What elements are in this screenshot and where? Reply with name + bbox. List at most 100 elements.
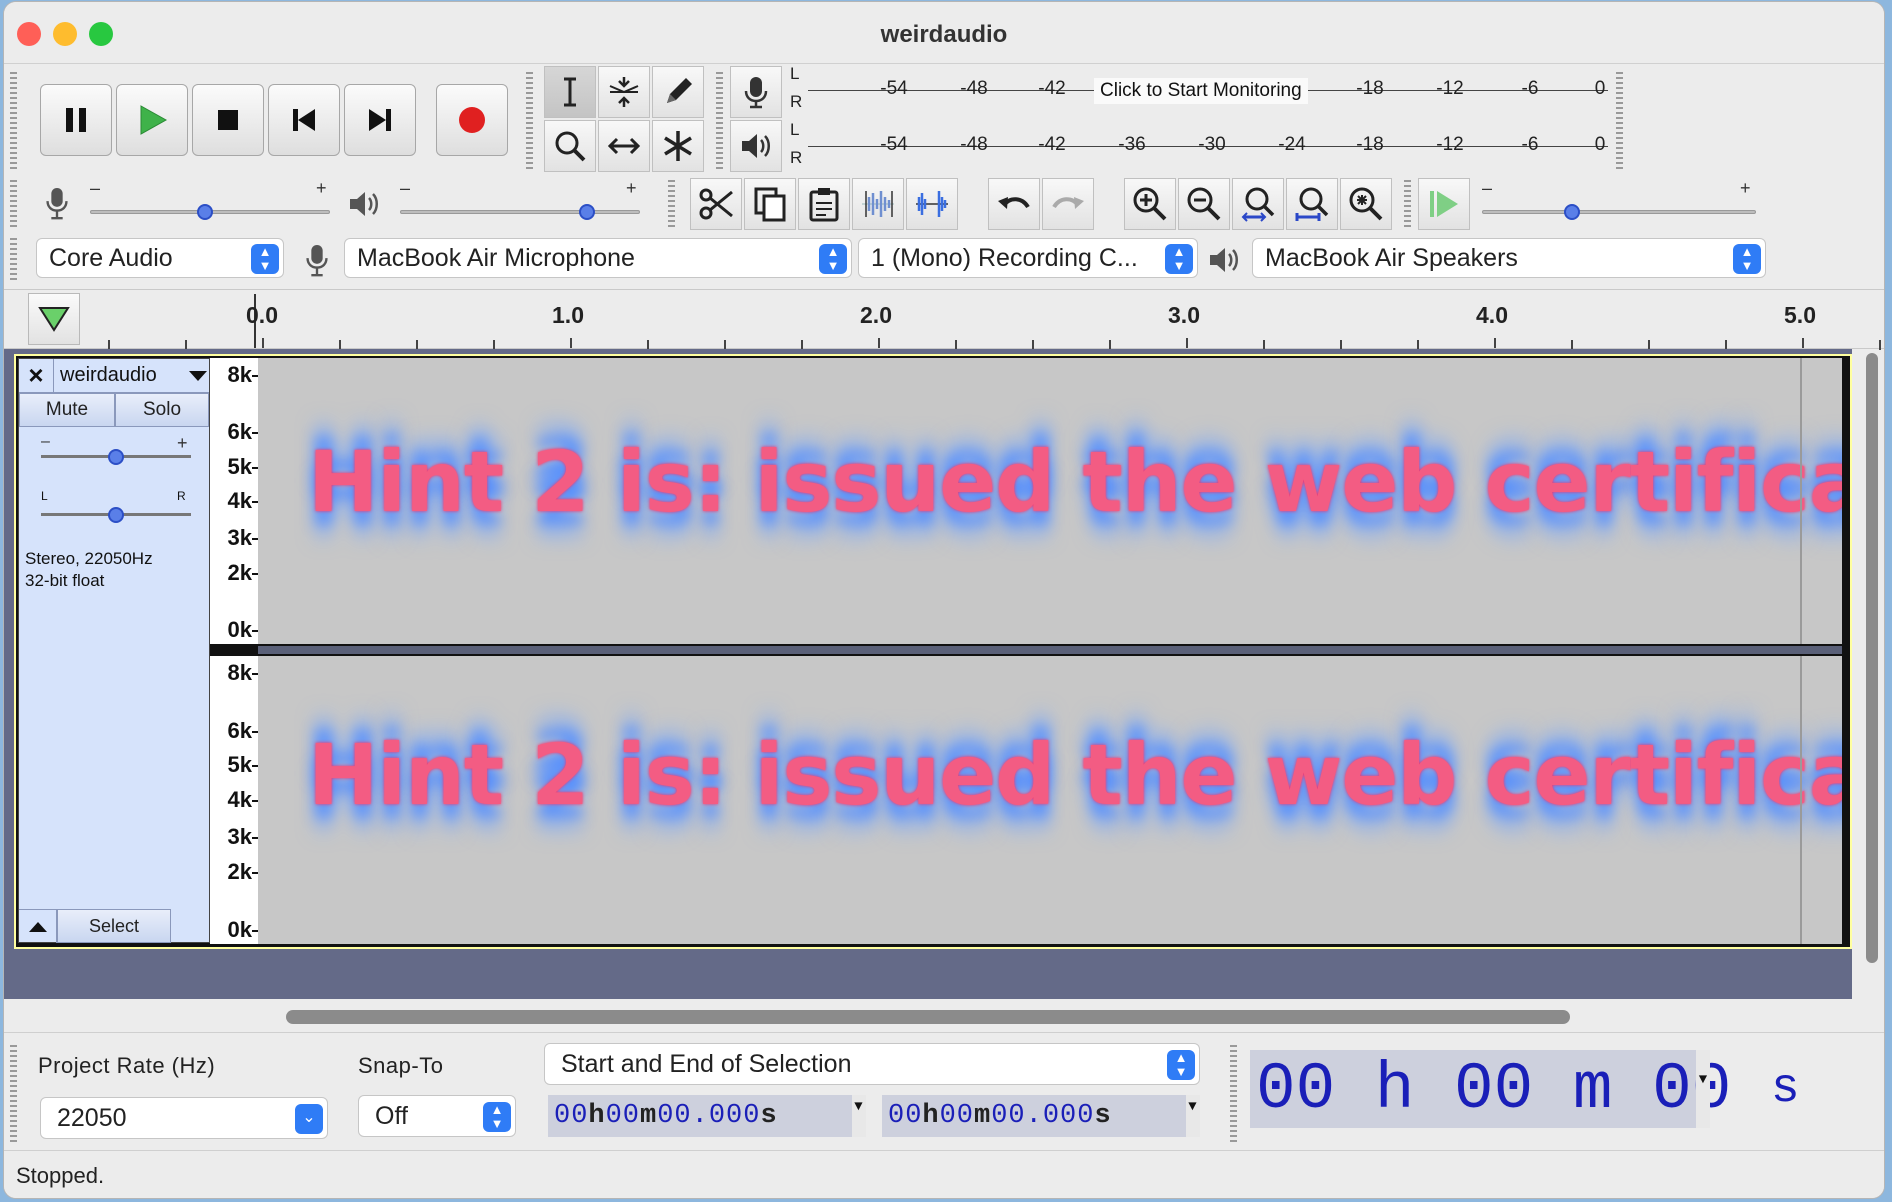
playback-meter-tick: -54 <box>880 134 908 155</box>
play-speed-slider[interactable] <box>1482 202 1756 226</box>
selection-mode-select[interactable]: Start and End of Selection ▲ ▼ <box>544 1043 1200 1085</box>
zoom-in-icon <box>1133 187 1167 221</box>
toolbar-grip[interactable] <box>10 180 17 228</box>
frequency-scale-channel-1[interactable]: 8k 6k 5k 4k 3k 2k 0k <box>210 358 258 644</box>
copy-button[interactable] <box>744 178 796 230</box>
cut-button[interactable] <box>690 178 742 230</box>
hours-unit: h <box>588 1101 606 1131</box>
record-meter-button[interactable] <box>730 66 782 118</box>
audio-host-select[interactable]: Core Audio ▲ ▼ <box>36 238 284 278</box>
seconds-digits: 00.000 <box>657 1101 761 1131</box>
slider-thumb[interactable] <box>197 204 214 220</box>
spectrogram-channel-2[interactable]: Hint 2 is: issued the web certificate <box>258 656 1842 944</box>
track-format-line2: 32-bit float <box>25 571 105 590</box>
clip-end-line <box>1800 358 1802 644</box>
undo-button[interactable] <box>988 178 1040 230</box>
toolbar-grip[interactable] <box>1404 180 1411 228</box>
toolbar-grip[interactable] <box>668 180 675 228</box>
ruler-label: 3.0 <box>1168 302 1200 328</box>
recording-device-select[interactable]: MacBook Air Microphone ▲ ▼ <box>344 238 852 278</box>
ruler-label: 1.0 <box>552 302 584 328</box>
ruler-label: 0.0 <box>246 302 278 328</box>
time-format-dropdown-icon[interactable]: ▼ <box>852 1095 866 1137</box>
undo-icon <box>998 197 1030 209</box>
fit-selection-button[interactable] <box>1232 178 1284 230</box>
vertical-scrollbar[interactable] <box>1862 347 1882 967</box>
track-pan-slider[interactable] <box>41 507 191 527</box>
slider-thumb[interactable] <box>579 204 596 220</box>
skip-to-start-button[interactable] <box>268 84 340 156</box>
start-monitoring-label[interactable]: Click to Start Monitoring <box>1094 78 1308 104</box>
audio-position-time[interactable]: 00 h 00 m 00 s ▼ <box>1250 1050 1800 1128</box>
record-volume-slider[interactable] <box>90 202 330 226</box>
record-meter-tick: -12 <box>1436 78 1464 99</box>
horizontal-scrollbar[interactable] <box>280 1004 1840 1028</box>
track-menu-button[interactable]: weirdaudio <box>53 359 209 393</box>
timeline-ruler[interactable]: 0.0 1.0 2.0 3.0 4.0 5.0 <box>4 289 1884 350</box>
select-stepper-icon: ▲ ▼ <box>1733 244 1761 274</box>
spectrogram-hidden-text: Hint 2 is: issued the web certificate <box>308 433 1842 531</box>
toolbar-grip[interactable] <box>10 238 17 282</box>
zoom-in-button[interactable] <box>1124 178 1176 230</box>
slider-thumb[interactable] <box>108 507 124 523</box>
solo-button[interactable]: Solo <box>115 393 209 427</box>
record-button[interactable] <box>436 84 508 156</box>
playback-device-speaker-icon <box>1210 248 1238 272</box>
toolbar-grip[interactable] <box>1230 1045 1237 1145</box>
stop-icon <box>218 110 238 130</box>
slider-thumb[interactable] <box>108 449 124 465</box>
mute-button[interactable]: Mute <box>19 393 115 427</box>
paste-button[interactable] <box>798 178 850 230</box>
selection-end-time[interactable]: 00 h 00 m 00.000 s ▼ <box>882 1095 1200 1137</box>
selection-tool-button[interactable] <box>544 66 596 118</box>
toolbar-grip[interactable] <box>10 72 17 170</box>
zoom-out-button[interactable] <box>1178 178 1230 230</box>
double-arrow-icon <box>607 137 641 155</box>
draw-tool-button[interactable] <box>652 66 704 118</box>
close-track-button[interactable]: × <box>21 361 51 391</box>
recording-channels-select[interactable]: 1 (Mono) Recording C... ▲ ▼ <box>858 238 1198 278</box>
time-shift-tool-button[interactable] <box>598 120 650 172</box>
time-format-dropdown-icon[interactable]: ▼ <box>1186 1095 1200 1137</box>
pause-button[interactable] <box>40 84 112 156</box>
toolbar-grip[interactable] <box>1616 72 1623 170</box>
vertical-scroll-thumb[interactable] <box>1866 353 1878 963</box>
project-rate-select[interactable]: 22050 ⌄ <box>40 1097 328 1139</box>
skip-to-end-button[interactable] <box>344 84 416 156</box>
snap-to-select[interactable]: Off ▲ ▼ <box>358 1095 516 1137</box>
trim-waveform-icon <box>862 191 894 217</box>
frequency-scale-channel-2[interactable]: 8k 6k 5k 4k 3k 2k 0k <box>210 656 258 944</box>
silence-audio-button[interactable] <box>906 178 958 230</box>
toolbar-grip[interactable] <box>526 72 533 170</box>
playback-meter[interactable]: -54 -48 -42 -36 -30 -24 -18 -12 -6 0 <box>808 124 1608 170</box>
slider-thumb[interactable] <box>1564 204 1581 220</box>
fit-project-button[interactable] <box>1286 178 1338 230</box>
channel-separator <box>258 644 1842 656</box>
playback-volume-slider[interactable] <box>400 202 640 226</box>
toolbar-grip[interactable] <box>10 1045 17 1145</box>
trim-audio-button[interactable] <box>852 178 904 230</box>
record-meter-tick: -18 <box>1356 78 1384 99</box>
track-gain-slider[interactable] <box>41 449 191 469</box>
redo-button[interactable] <box>1042 178 1094 230</box>
spectrogram-channel-1[interactable]: Hint 2 is: issued the web certificate <box>258 358 1842 644</box>
select-track-button[interactable]: Select <box>57 909 171 943</box>
collapse-track-button[interactable] <box>19 909 57 943</box>
play-at-speed-button[interactable] <box>1418 178 1470 230</box>
fit-selection-icon <box>1241 187 1275 222</box>
time-format-dropdown-icon[interactable]: ▼ <box>1696 1050 1710 1128</box>
record-meter[interactable]: -54 -48 -42 Click to Start Monitoring -1… <box>808 68 1608 114</box>
playback-volume-max: + <box>626 178 637 198</box>
playback-meter-button[interactable] <box>730 120 782 172</box>
selection-start-time[interactable]: 00 h 00 m 00.000 s ▼ <box>548 1095 866 1137</box>
toolbar-grip[interactable] <box>716 72 723 170</box>
ruler-tick <box>570 338 572 348</box>
multi-tool-button[interactable] <box>652 120 704 172</box>
play-button[interactable] <box>116 84 188 156</box>
envelope-tool-button[interactable] <box>598 66 650 118</box>
playback-device-select[interactable]: MacBook Air Speakers ▲ ▼ <box>1252 238 1766 278</box>
stop-button[interactable] <box>192 84 264 156</box>
zoom-tool-button[interactable] <box>544 120 596 172</box>
horizontal-scroll-thumb[interactable] <box>286 1010 1570 1024</box>
zoom-toggle-button[interactable] <box>1340 178 1392 230</box>
